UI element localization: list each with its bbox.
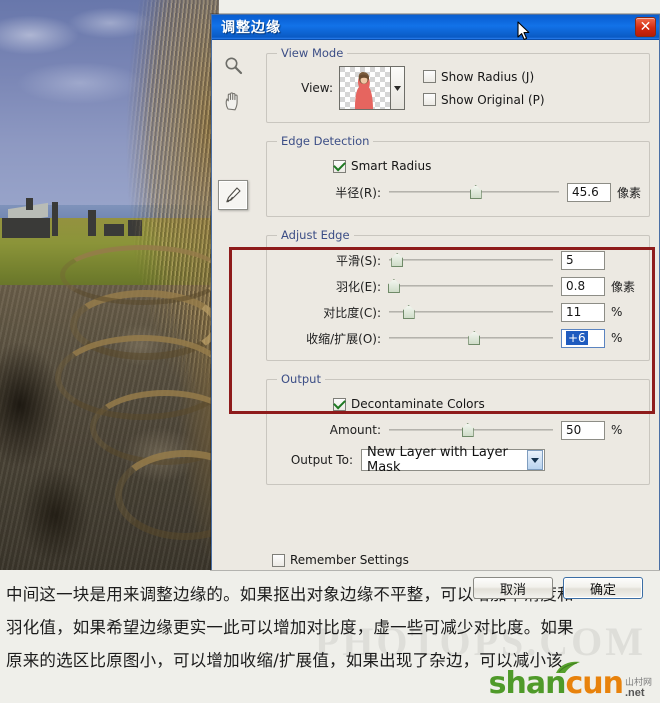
show-radius-checkbox[interactable] — [423, 70, 436, 83]
radius-unit: 像素 — [616, 185, 641, 200]
radius-slider[interactable] — [389, 183, 559, 201]
view-mode-legend: View Mode — [281, 46, 344, 60]
watermark-net: .net — [624, 687, 645, 699]
view-thumbnail[interactable] — [339, 66, 391, 110]
zoom-tool[interactable] — [218, 50, 248, 80]
smooth-slider-knob[interactable] — [391, 253, 404, 267]
feather-value-field[interactable]: 0.8 — [561, 276, 605, 296]
contrast-label: 对比度(C): — [323, 305, 381, 320]
background-photo — [0, 0, 219, 570]
screenshot-root: 中间这一块是用来调整边缘的。如果抠出对象边缘不平整，可以增加平滑度和 羽化值，如… — [0, 0, 660, 703]
dialog-title: 调整边缘 — [221, 20, 281, 36]
contrast-value-field[interactable]: 11 — [561, 302, 605, 322]
show-original-checkbox-row[interactable]: Show Original (P) — [423, 93, 545, 107]
shift-edge-unit: % — [611, 331, 623, 345]
close-icon[interactable]: ✕ — [635, 17, 656, 37]
smart-radius-checkbox-row[interactable]: Smart Radius — [333, 159, 431, 173]
decontaminate-checkbox-row[interactable]: Decontaminate Colors — [333, 397, 485, 411]
smooth-slider-track — [389, 259, 553, 261]
smooth-slider[interactable] — [389, 251, 553, 269]
amount-unit: % — [611, 423, 623, 437]
output-to-label: Output To: — [290, 453, 353, 467]
tool-strip-gap — [214, 122, 252, 180]
view-dropdown-arrow[interactable] — [391, 66, 405, 110]
output-to-value: New Layer with Layer Mask — [367, 445, 508, 475]
adjust-edge-legend: Adjust Edge — [281, 228, 350, 242]
view-preview-control[interactable] — [339, 66, 405, 110]
amount-label: Amount: — [329, 423, 381, 437]
remember-settings-label: Remember Settings — [290, 553, 409, 567]
preview-person-image — [355, 72, 373, 109]
watermark-side: 山村网 .net — [625, 679, 652, 699]
decontaminate-colors-checkbox[interactable] — [333, 397, 346, 411]
decontaminate-colors-label: Decontaminate Colors — [351, 397, 485, 411]
shift-edge-slider-knob[interactable] — [468, 331, 481, 345]
show-original-checkbox[interactable] — [423, 93, 436, 106]
leaf-icon — [555, 661, 580, 673]
site-watermark: shan cun 山村网 .net — [489, 661, 652, 699]
mouse-cursor — [517, 21, 530, 41]
output-to-dropdown-arrow[interactable] — [527, 450, 543, 470]
smart-radius-checkbox[interactable] — [333, 159, 346, 173]
adjust-edge-group: Adjust Edge 平滑(S): 5 羽化(E): 0.8 像素 对比度(C… — [266, 228, 650, 361]
cancel-button[interactable]: 取消 — [473, 577, 553, 599]
ghost-watermark-text: PHOTOPS.COM — [314, 619, 646, 664]
output-group: Output Decontaminate Colors Amount: 50 %… — [266, 372, 650, 485]
dialog-body: View Mode View: Show Radius (J) Show Ori… — [212, 40, 659, 599]
contrast-unit: % — [611, 305, 623, 319]
remember-settings-row[interactable]: Remember Settings — [272, 553, 409, 567]
dialog-titlebar[interactable]: 调整边缘 ✕ — [212, 15, 659, 41]
hand-icon — [225, 92, 238, 111]
radius-value-field[interactable]: 45.6 — [566, 182, 611, 202]
feather-slider-track — [389, 285, 553, 287]
view-mode-group: View Mode View: Show Radius (J) Show Ori… — [266, 46, 650, 123]
radius-label: 半径(R): — [335, 185, 381, 200]
amount-slider-knob[interactable] — [461, 423, 474, 437]
dialog-button-row: 取消 确定 — [473, 577, 643, 599]
shift-edge-value-field[interactable]: +6 — [561, 328, 605, 348]
output-to-select[interactable]: New Layer with Layer Mask — [361, 445, 545, 475]
contrast-slider[interactable] — [389, 303, 553, 321]
chevron-down-icon — [394, 85, 401, 91]
feather-slider-knob[interactable] — [387, 279, 400, 293]
chevron-down-icon — [531, 457, 539, 463]
photo-hair — [55, 0, 219, 570]
feather-slider[interactable] — [387, 277, 553, 295]
edge-detection-legend: Edge Detection — [281, 134, 370, 148]
smart-radius-label: Smart Radius — [351, 159, 432, 173]
contrast-slider-knob[interactable] — [402, 305, 415, 319]
edge-detection-group: Edge Detection Smart Radius 半径(R): 45.6 … — [266, 134, 650, 217]
shift-edge-slider[interactable] — [389, 329, 553, 347]
amount-slider[interactable] — [389, 421, 553, 439]
hand-tool[interactable] — [218, 86, 248, 116]
dialog-panels: View Mode View: Show Radius (J) Show Ori… — [256, 46, 656, 496]
radius-slider-knob[interactable] — [469, 185, 482, 199]
view-label: View: — [301, 81, 333, 95]
feather-label: 羽化(E): — [336, 279, 381, 294]
show-original-label: Show Original (P) — [441, 92, 545, 107]
refine-brush-icon — [226, 187, 241, 203]
amount-value-field[interactable]: 50 — [561, 420, 605, 440]
shift-edge-label: 收缩/扩展(O): — [306, 331, 381, 346]
remember-settings-checkbox[interactable] — [272, 553, 285, 567]
smooth-value-field[interactable]: 5 — [561, 250, 605, 270]
view-mode-checkbox-list: Show Radius (J) Show Original (P) — [423, 70, 545, 107]
dialog-tool-strip — [214, 48, 252, 214]
ok-button[interactable]: 确定 — [563, 577, 643, 599]
smooth-label: 平滑(S): — [335, 253, 381, 268]
refine-edge-dialog: 调整边缘 ✕ View Mode View: Show Radius (J) S… — [211, 14, 660, 599]
show-radius-checkbox-row[interactable]: Show Radius (J) — [423, 70, 545, 84]
show-radius-label: Show Radius (J) — [441, 69, 535, 84]
refine-radius-brush-tool[interactable] — [218, 180, 248, 210]
feather-unit: 像素 — [611, 279, 636, 294]
output-legend: Output — [281, 372, 321, 386]
magnifier-icon — [225, 57, 242, 74]
